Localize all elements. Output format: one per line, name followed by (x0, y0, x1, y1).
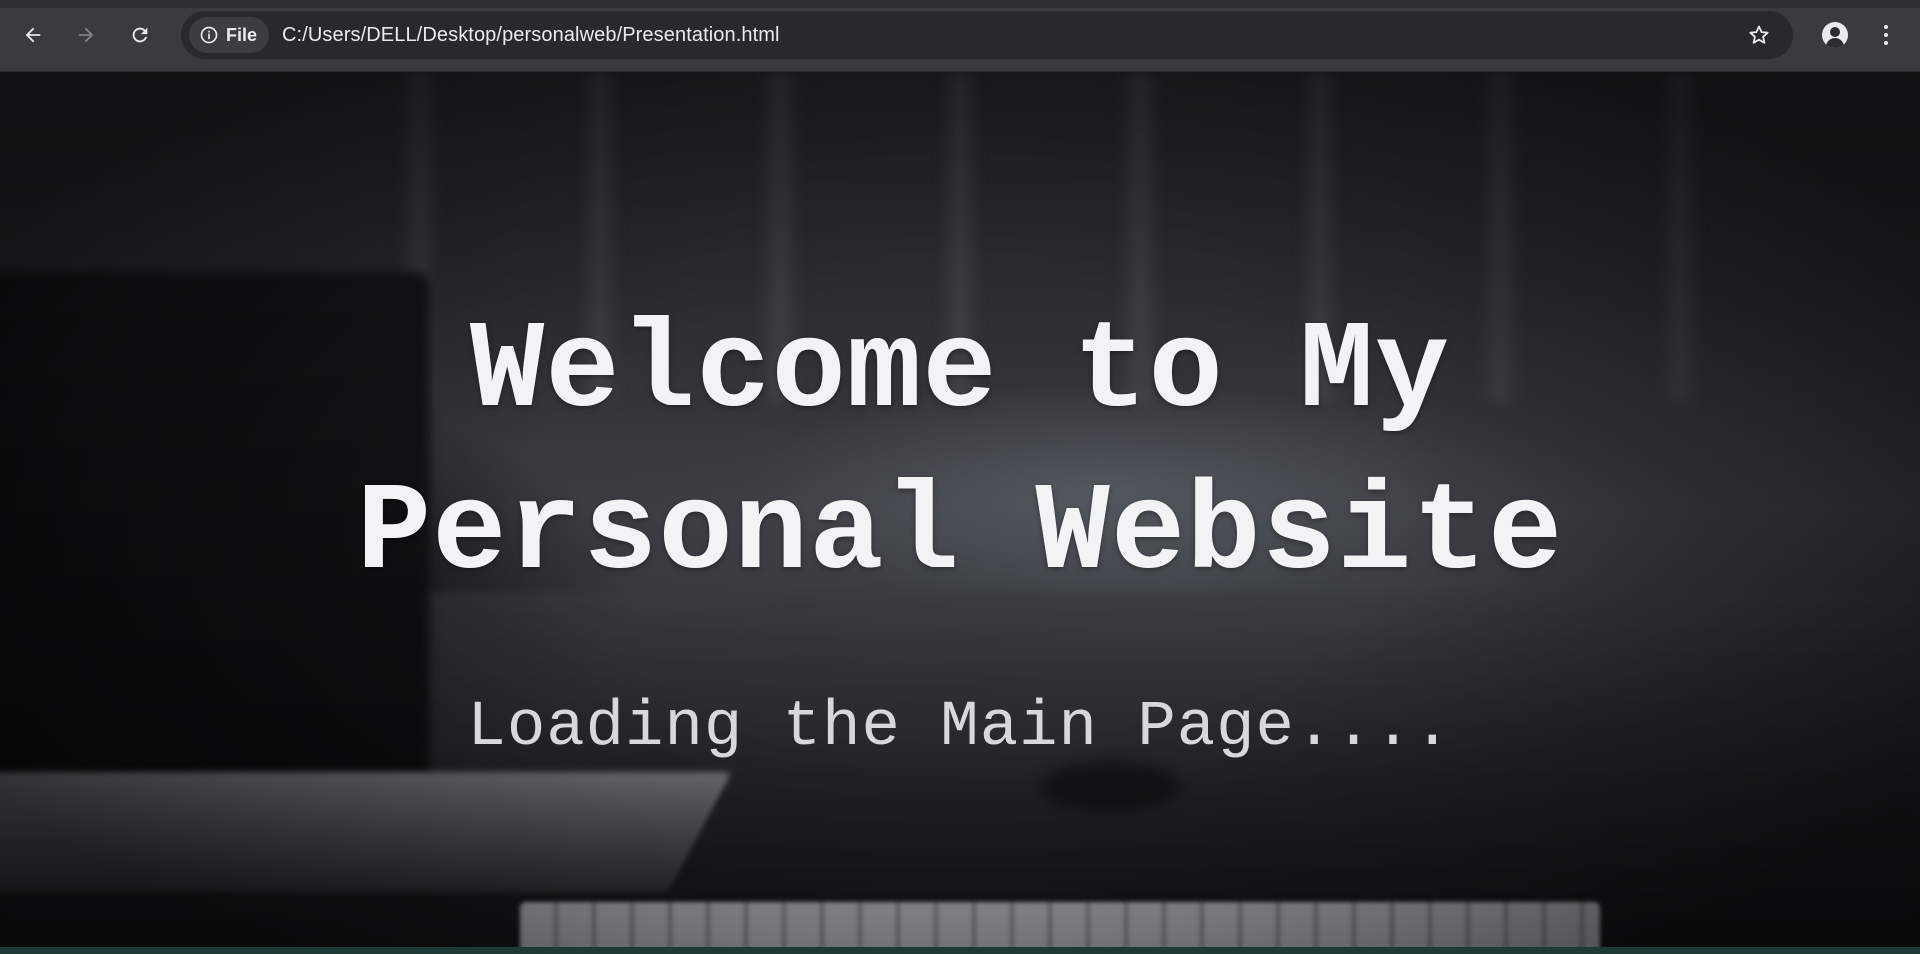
site-info-chip[interactable]: File (189, 17, 270, 53)
page-content: Welcome to My Personal Website Loading t… (0, 72, 1920, 947)
site-chip-label: File (226, 24, 258, 45)
reload-icon (132, 27, 148, 43)
tab-strip-edge (0, 0, 1920, 8)
browser-menu-button[interactable] (1870, 17, 1902, 53)
url-text[interactable]: C:/Users/DELL/Desktop/personalweb/Presen… (282, 24, 780, 47)
back-button[interactable] (15, 17, 51, 53)
heading-line-2: Personal Website (356, 465, 1564, 605)
forward-button[interactable] (68, 17, 104, 53)
profile-icon (1822, 22, 1848, 48)
info-icon (200, 26, 218, 44)
bottom-edge (0, 947, 1920, 954)
star-icon (1749, 25, 1769, 44)
reload-button[interactable] (122, 17, 158, 53)
forward-arrow-icon (78, 27, 94, 43)
address-bar[interactable]: File C:/Users/DELL/Desktop/personalweb/P… (181, 11, 1793, 59)
welcome-heading: Welcome to My Personal Website (0, 292, 1920, 616)
profile-button[interactable] (1817, 17, 1853, 53)
heading-line-1: Welcome to My (469, 303, 1451, 443)
browser-toolbar: File C:/Users/DELL/Desktop/personalweb/P… (0, 0, 1920, 72)
kebab-menu-icon (1884, 25, 1888, 29)
back-arrow-icon (25, 27, 41, 43)
page-viewport: Welcome to My Personal Website Loading t… (0, 72, 1920, 947)
bookmark-button[interactable] (1743, 19, 1775, 51)
loading-text: Loading the Main Page.... (467, 692, 1453, 764)
